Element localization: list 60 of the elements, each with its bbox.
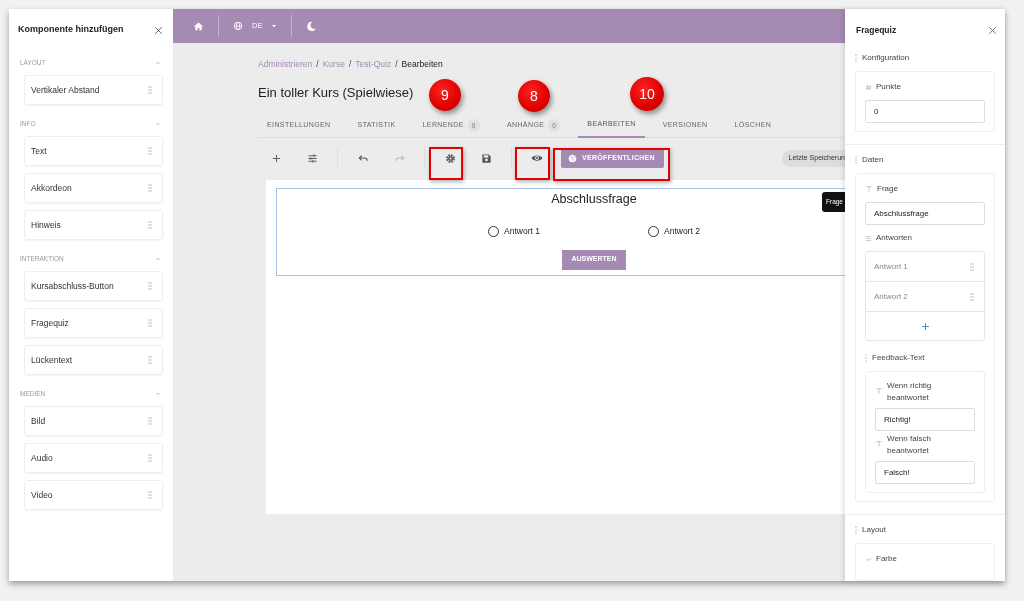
dark-mode-button[interactable]: [306, 20, 318, 32]
highlight-frame: [429, 147, 463, 180]
component-item[interactable]: Text: [24, 136, 163, 166]
close-icon[interactable]: [153, 24, 164, 36]
hash-icon: [865, 83, 872, 91]
answer-label: Antwort 2: [664, 224, 700, 238]
moon-icon: [306, 20, 318, 32]
list-icon: [865, 234, 872, 242]
answer-label: Antwort 1: [504, 224, 540, 238]
section-label: Daten: [862, 154, 884, 166]
component-item[interactable]: Video: [24, 480, 163, 510]
section-label: Layout: [862, 524, 887, 536]
plus-icon: [920, 321, 930, 331]
field-label: Punkte: [876, 81, 901, 93]
component-item[interactable]: Kursabschluss-Button: [24, 271, 163, 301]
panel-title: Fragequiz: [856, 23, 897, 37]
breadcrumb-separator: /: [348, 57, 352, 71]
answer-item[interactable]: Antwort 1: [866, 252, 984, 282]
home-icon: [193, 20, 204, 32]
eye-icon: [531, 152, 543, 164]
step-number-badge: 8: [518, 80, 550, 112]
input-field[interactable]: Abschlussfrage: [865, 202, 985, 225]
panel-title: Komponente hinzufügen: [18, 23, 124, 37]
field-label: Antworten: [876, 232, 913, 244]
settings-icon: [444, 152, 456, 164]
home-button[interactable]: [193, 20, 204, 32]
field-label: Wenn richtig beantwortet: [887, 380, 933, 404]
component-item[interactable]: Bild: [24, 406, 163, 436]
field-label: Frage: [877, 183, 898, 195]
plus-icon: [270, 152, 282, 164]
globe-icon: [233, 21, 243, 31]
component-item[interactable]: Hinweis: [24, 210, 163, 240]
answer-item[interactable]: Antwort 2: [866, 282, 984, 312]
field-label: Farbe: [876, 553, 897, 565]
component-item[interactable]: Vertikaler Abstand: [24, 75, 163, 105]
input-field[interactable]: Falsch!: [875, 461, 975, 484]
globe-icon: [568, 153, 577, 163]
step-number-badge: 10: [630, 77, 664, 111]
text-type-icon: [875, 440, 883, 448]
component-item[interactable]: Audio: [24, 443, 163, 473]
field-label: Wenn falsch beantwortet: [887, 433, 932, 457]
section-label: Feedback-Text: [872, 352, 925, 364]
input-field[interactable]: Richtig!: [875, 408, 975, 431]
caret-icon: [271, 23, 278, 29]
breadcrumb-separator: /: [395, 57, 398, 71]
component-item[interactable]: Lückentext: [24, 345, 163, 375]
page-title: Ein toller Kurs (Spielwiese): [258, 84, 414, 99]
text-type-icon: [875, 387, 883, 395]
close-icon[interactable]: [987, 24, 998, 36]
section-label: Konfiguration: [862, 52, 910, 64]
breadcrumb-current: Bearbeiten: [401, 57, 443, 71]
step-number-badge: 9: [429, 79, 461, 111]
question-text: Abschlussfrage: [551, 191, 637, 208]
breadcrumb-separator: /: [316, 57, 319, 71]
highlight-frame: [515, 147, 550, 180]
component-item[interactable]: Akkordeon: [24, 173, 163, 203]
component-item[interactable]: Fragequiz: [24, 308, 163, 338]
sliders-icon: [306, 152, 318, 164]
text-type-icon: [865, 185, 873, 193]
input-field[interactable]: 0: [865, 100, 985, 123]
